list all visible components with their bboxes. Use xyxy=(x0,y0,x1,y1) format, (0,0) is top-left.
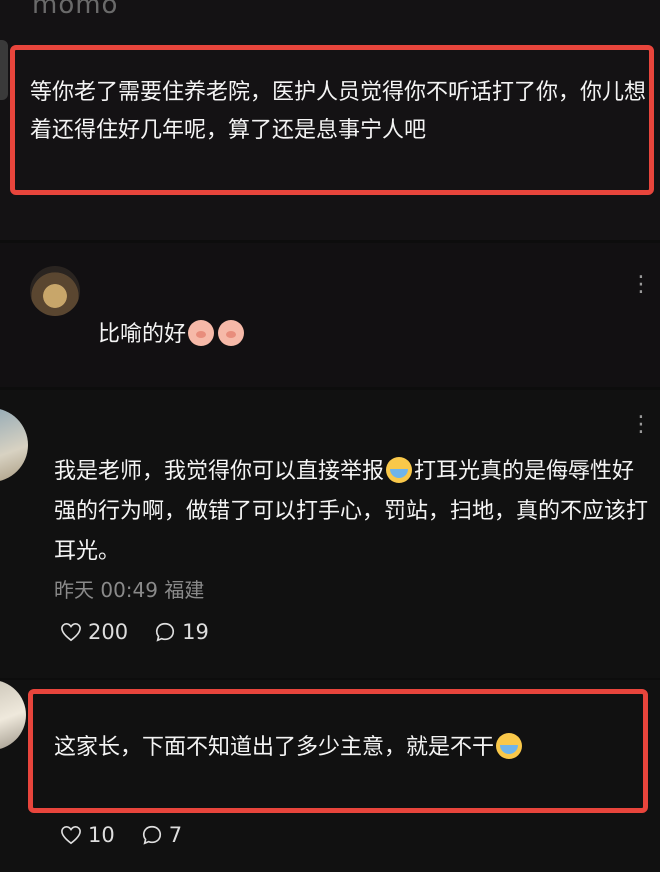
comment-meta: 昨天 00:49 福建 xyxy=(54,574,204,603)
like-count: 200 xyxy=(88,620,129,644)
comment-actions: 10 7 xyxy=(60,823,182,847)
more-options-icon[interactable]: ⋮ xyxy=(630,412,654,437)
highlight-box-1 xyxy=(10,45,654,195)
comment-text-2-body: 比喻的好 xyxy=(98,322,187,347)
comment-text-2: 比喻的好 xyxy=(98,316,246,354)
speech-bubble-icon xyxy=(141,824,163,846)
comment-time: 昨天 00:49 xyxy=(54,578,158,602)
pig-emoji-icon xyxy=(218,320,245,346)
comment-text-3: 我是老师，我觉得你可以直接举报 打耳光真的是侮辱性好强的行为啊，做错了可以打手心，… xyxy=(54,452,654,572)
reply-count: 7 xyxy=(168,823,183,847)
comment-text-3-part1: 我是老师，我觉得你可以直接举报 xyxy=(54,459,385,484)
comment-card-2 xyxy=(0,243,660,387)
reply-button[interactable]: 7 xyxy=(141,823,182,847)
comment-actions: 200 19 xyxy=(60,620,209,644)
avatar[interactable] xyxy=(30,266,80,316)
like-button[interactable]: 200 xyxy=(60,620,128,644)
crying-emoji-icon xyxy=(386,457,413,483)
reply-count: 19 xyxy=(182,620,209,644)
avatar-edge xyxy=(0,40,8,100)
comment-username[interactable]: momo xyxy=(32,0,118,20)
speech-bubble-icon xyxy=(154,621,176,643)
reply-button[interactable]: 19 xyxy=(154,620,209,644)
pig-emoji-icon xyxy=(188,320,215,346)
highlight-box-2 xyxy=(28,689,648,813)
like-button[interactable]: 10 xyxy=(60,823,115,847)
comment-location: 福建 xyxy=(164,578,205,602)
like-count: 10 xyxy=(88,823,115,847)
heart-outline-icon xyxy=(60,825,82,845)
heart-outline-icon xyxy=(60,622,82,642)
more-options-icon[interactable]: ⋮ xyxy=(630,272,654,297)
